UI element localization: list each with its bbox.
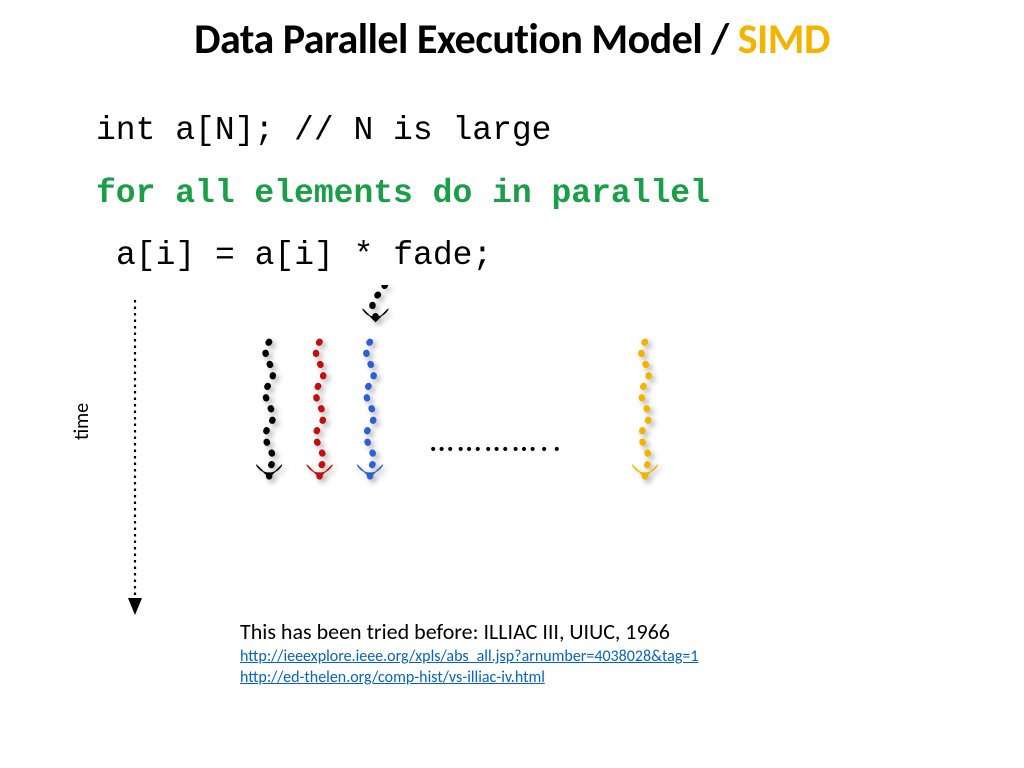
code-block: int a[N]; // N is large for all elements…	[96, 100, 710, 288]
time-axis-arrow	[125, 300, 155, 620]
title-simd: SIMD	[738, 14, 830, 65]
thread-squiggles	[220, 285, 740, 505]
threads-ellipsis: …………..	[430, 420, 565, 461]
code-line-2: for all elements do in parallel	[96, 163, 710, 226]
thread-squiggle-3	[357, 342, 383, 478]
code-line-3: a[i] = a[i] * fade;	[96, 225, 710, 288]
footnote: This has been tried before: ILLIAC III, …	[240, 618, 698, 689]
footnote-link-1[interactable]: http://ieeexplore.ieee.org/xpls/abs_all.…	[240, 647, 698, 666]
leader-arrow	[363, 285, 389, 322]
thread-squiggle-2	[307, 342, 333, 478]
footnote-text: This has been tried before: ILLIAC III, …	[240, 618, 698, 645]
title-text: Data Parallel Execution Model /	[194, 14, 738, 65]
code-line-1: int a[N]; // N is large	[96, 100, 710, 163]
footnote-link-2[interactable]: http://ed-thelen.org/comp-hist/vs-illiac…	[240, 668, 545, 687]
thread-squiggle-1	[256, 342, 282, 478]
slide-title: Data Parallel Execution Model / SIMD	[0, 14, 1024, 65]
thread-squiggle-4	[632, 342, 658, 478]
time-axis-label: time	[70, 403, 94, 440]
